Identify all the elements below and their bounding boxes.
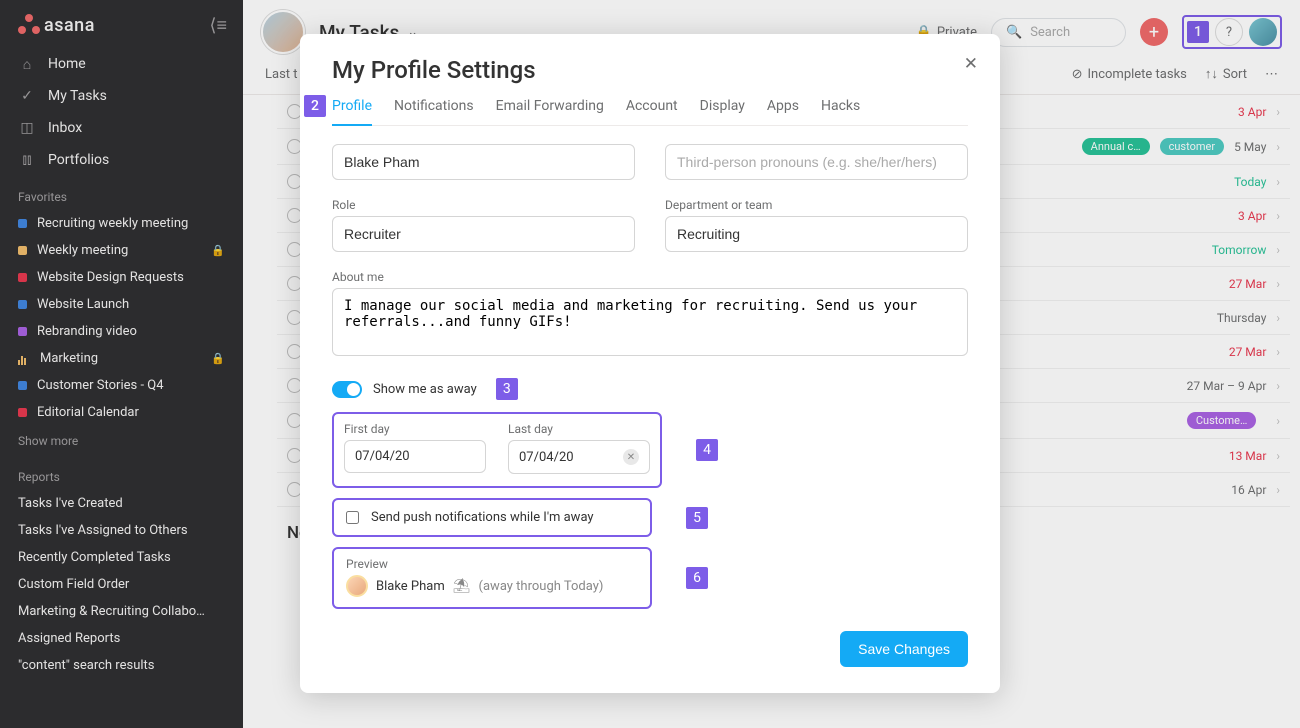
tab-hacks[interactable]: Hacks: [821, 98, 860, 125]
vacation-icon: ⛱: [453, 578, 471, 594]
tab-profile[interactable]: Profile: [332, 98, 372, 126]
preview-avatar: [346, 575, 368, 597]
first-day-label: First day: [344, 422, 486, 436]
dept-label: Department or team: [665, 198, 968, 212]
save-button[interactable]: Save Changes: [840, 631, 968, 667]
about-textarea[interactable]: [332, 288, 968, 356]
annotation-badge: 6: [686, 567, 708, 589]
away-label: Show me as away: [373, 382, 477, 397]
tab-display[interactable]: Display: [700, 98, 745, 125]
tab-apps[interactable]: Apps: [767, 98, 799, 125]
clear-icon[interactable]: ✕: [623, 449, 639, 465]
tabs: 2 ProfileNotificationsEmail ForwardingAc…: [332, 98, 968, 126]
last-day-input[interactable]: 07/04/20✕: [508, 440, 650, 474]
tab-email-forwarding[interactable]: Email Forwarding: [496, 98, 604, 125]
tab-account[interactable]: Account: [626, 98, 678, 125]
pronouns-input[interactable]: [665, 144, 968, 180]
name-input[interactable]: [332, 144, 635, 180]
annotation-badge: 3: [496, 378, 518, 400]
modal-title: My Profile Settings: [332, 56, 968, 84]
annotation-badge: 4: [696, 439, 718, 461]
annotation-badge: 2: [304, 95, 326, 117]
annotation-badge: 5: [686, 507, 708, 529]
preview-name: Blake Pham: [376, 579, 445, 594]
tab-notifications[interactable]: Notifications: [394, 98, 474, 125]
close-icon[interactable]: ✕: [964, 54, 978, 74]
about-label: About me: [332, 270, 968, 284]
away-preview: Preview Blake Pham ⛱ (away through Today…: [332, 547, 652, 609]
push-checkbox[interactable]: [346, 511, 359, 524]
role-input[interactable]: [332, 216, 635, 252]
push-label: Send push notifications while I'm away: [371, 510, 594, 525]
preview-label: Preview: [346, 557, 638, 571]
dept-input[interactable]: [665, 216, 968, 252]
away-date-range: First day 07/04/20 Last day 07/04/20✕ 4: [332, 412, 662, 488]
profile-settings-modal: ✕ My Profile Settings 2 Profile Notificat…: [300, 34, 1000, 693]
preview-away-text: (away through Today): [479, 579, 604, 594]
away-toggle[interactable]: [332, 381, 362, 398]
last-day-label: Last day: [508, 422, 650, 436]
first-day-input[interactable]: 07/04/20: [344, 440, 486, 473]
modal-overlay: ✕ My Profile Settings 2 Profile Notificat…: [0, 0, 1300, 728]
push-while-away: Send push notifications while I'm away 5: [332, 498, 652, 537]
role-label: Role: [332, 198, 635, 212]
